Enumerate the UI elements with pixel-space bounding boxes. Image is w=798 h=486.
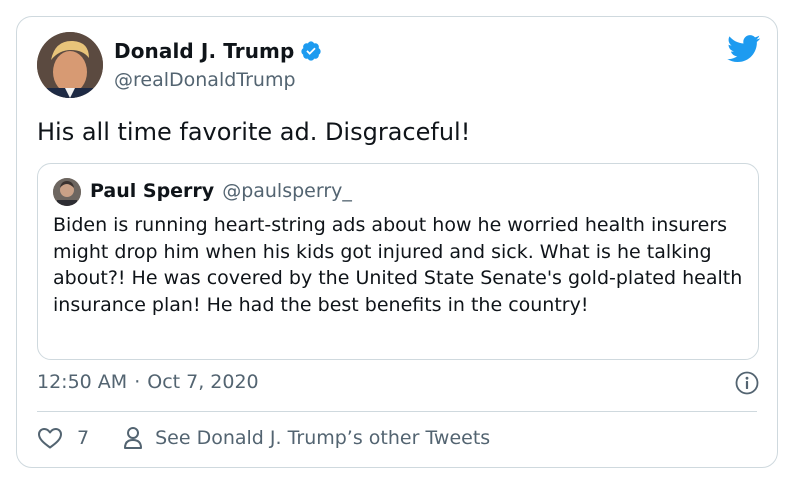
- author-name[interactable]: Donald J. Trump: [114, 39, 294, 63]
- meta-separator: ·: [134, 371, 141, 393]
- twitter-bird-icon[interactable]: [727, 35, 761, 63]
- tweet-time[interactable]: 12:50 AM: [37, 371, 127, 393]
- verified-badge-icon: [301, 41, 322, 61]
- author-name-row: Donald J. Trump: [114, 39, 322, 63]
- tweet-timestamp[interactable]: 12:50 AM · Oct 7, 2020: [37, 371, 259, 393]
- info-icon[interactable]: [735, 371, 759, 395]
- heart-icon[interactable]: [37, 426, 63, 450]
- tweet-text: His all time favorite ad. Disgraceful!: [37, 118, 471, 146]
- quoted-tweet-text: Biden is running heart-string ads about …: [53, 214, 743, 316]
- embedded-tweet-card[interactable]: Donald J. Trump @realDonaldTrump His all…: [16, 16, 778, 468]
- quoted-author-name[interactable]: Paul Sperry: [90, 180, 214, 202]
- like-count[interactable]: 7: [77, 427, 89, 449]
- quoted-tweet[interactable]: Paul Sperry @paulsperry_ Biden is runnin…: [37, 163, 759, 360]
- author-avatar[interactable]: [37, 32, 103, 98]
- author-handle[interactable]: @realDonaldTrump: [114, 69, 296, 91]
- divider: [37, 411, 757, 412]
- person-icon[interactable]: [123, 426, 143, 450]
- quoted-author-handle[interactable]: @paulsperry_: [222, 180, 352, 202]
- quoted-author-avatar[interactable]: [53, 178, 81, 206]
- tweet-actions: 7 See Donald J. Trump’s other Tweets: [37, 426, 490, 450]
- tweet-date[interactable]: Oct 7, 2020: [147, 371, 258, 393]
- see-other-tweets-link[interactable]: See Donald J. Trump’s other Tweets: [155, 427, 490, 449]
- quoted-author-row: Paul Sperry @paulsperry_: [90, 180, 352, 202]
